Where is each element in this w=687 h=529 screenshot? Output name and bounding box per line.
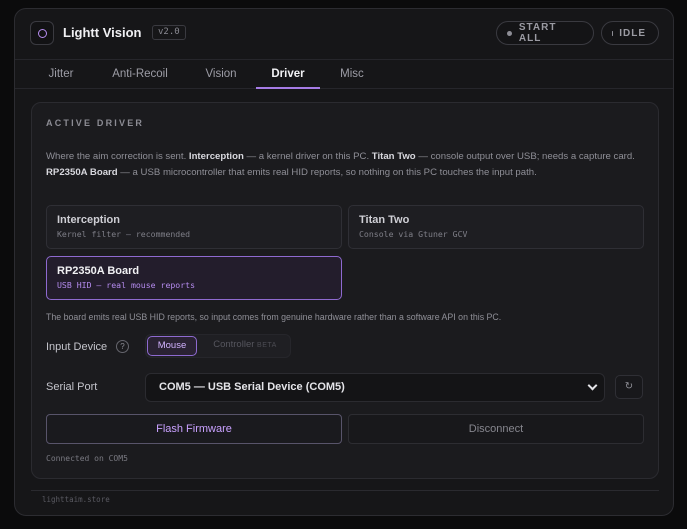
driver-description: Where the aim correction is sent. Interc… xyxy=(46,151,635,178)
serial-port-label: Serial Port xyxy=(46,381,98,393)
tab-misc[interactable]: Misc xyxy=(331,60,373,89)
start-all-label: START ALL xyxy=(518,22,557,44)
option-sub: Kernel filter — recommended xyxy=(57,229,191,239)
footer-divider xyxy=(31,490,659,491)
refresh-icon[interactable]: ↻ xyxy=(615,375,643,399)
input-controller-button[interactable]: Controller BETA xyxy=(202,336,288,356)
app-logo-icon xyxy=(30,21,54,45)
flash-firmware-button[interactable]: Flash Firmware xyxy=(46,414,342,444)
serial-port-select[interactable]: COM5 — USB Serial Device (COM5) xyxy=(145,373,605,402)
disconnect-button[interactable]: Disconnect xyxy=(348,414,644,444)
driver-option-rp2350a[interactable]: RP2350A Board USB HID — real mouse repor… xyxy=(46,256,342,300)
status-label: IDLE xyxy=(619,27,646,39)
chevron-down-icon xyxy=(587,380,598,391)
section-title: ACTIVE DRIVER xyxy=(46,118,145,128)
option-name: RP2350A Board xyxy=(57,265,140,277)
driver-option-titan-two[interactable]: Titan Two Console via Gtuner GCV xyxy=(348,205,644,249)
driver-note: The board emits real USB HID reports, so… xyxy=(46,312,502,322)
tab-anti-recoil[interactable]: Anti-Recoil xyxy=(103,60,177,89)
help-icon[interactable]: ? xyxy=(116,340,129,353)
option-name: Interception xyxy=(57,214,120,226)
input-device-label: Input Device xyxy=(46,341,108,353)
driver-card: ACTIVE DRIVER Where the aim correction i… xyxy=(31,102,659,479)
option-sub: USB HID — real mouse reports xyxy=(57,280,196,290)
option-sub: Console via Gtuner GCV xyxy=(359,229,468,239)
serial-port-value: COM5 — USB Serial Device (COM5) xyxy=(159,381,345,393)
tab-bar: Jitter Anti-Recoil Vision Driver Misc xyxy=(15,59,673,89)
header: Lightt Vision v2.0 START ALL IDLE xyxy=(15,9,673,59)
connection-status: Connected on COM5 xyxy=(46,454,128,463)
version-badge: v2.0 xyxy=(152,25,186,40)
beta-badge: BETA xyxy=(257,342,277,349)
status-badge: IDLE xyxy=(601,21,659,45)
tab-vision[interactable]: Vision xyxy=(193,60,249,89)
start-all-button[interactable]: START ALL xyxy=(496,21,594,45)
tab-jitter[interactable]: Jitter xyxy=(35,60,87,89)
driver-option-interception[interactable]: Interception Kernel filter — recommended xyxy=(46,205,342,249)
footer-link[interactable]: lighttaim.store xyxy=(42,495,110,504)
input-mouse-button[interactable]: Mouse xyxy=(147,336,197,356)
tab-driver[interactable]: Driver xyxy=(256,60,320,89)
input-device-toggle: Mouse Controller BETA xyxy=(145,334,291,358)
status-dot-icon xyxy=(507,30,512,36)
option-name: Titan Two xyxy=(359,214,410,226)
app-title: Lightt Vision xyxy=(63,25,142,40)
app-window: Lightt Vision v2.0 START ALL IDLE Jitter… xyxy=(14,8,674,516)
